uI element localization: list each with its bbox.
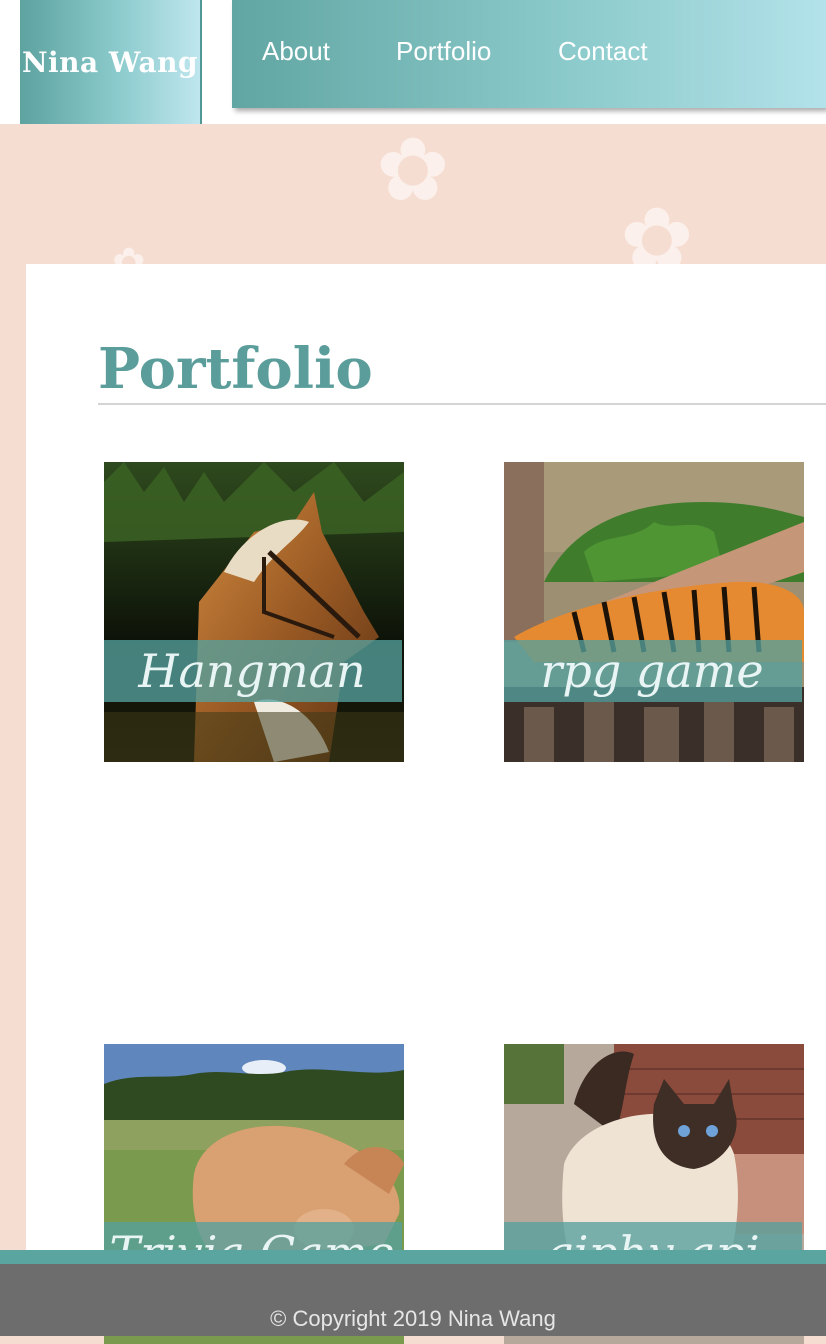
project-tile-hangman[interactable]: Hangman — [104, 462, 404, 762]
main-navbar: About Portfolio Contact — [232, 0, 826, 108]
project-tile-rpg-game[interactable]: rpg game — [504, 462, 804, 762]
horse-photo — [104, 462, 404, 762]
brand-name: Nina Wang — [21, 45, 199, 79]
nav-about-link[interactable]: About — [262, 36, 330, 67]
project-label: rpg game — [504, 640, 802, 702]
brand-logo[interactable]: Nina Wang — [20, 0, 202, 124]
page-footer: © Copyright 2019 Nina Wang — [0, 1264, 826, 1336]
blossom-decoration: ✿ — [376, 118, 450, 221]
project-label: Hangman — [104, 640, 402, 702]
page-title: Portfolio — [98, 336, 373, 402]
footer-accent-stripe — [0, 1250, 826, 1264]
title-divider — [98, 403, 826, 405]
tiger-photo — [504, 462, 804, 762]
nav-portfolio-link[interactable]: Portfolio — [396, 36, 491, 67]
copyright-text: © Copyright 2019 Nina Wang — [270, 1306, 556, 1331]
nav-contact-link[interactable]: Contact — [558, 36, 648, 67]
